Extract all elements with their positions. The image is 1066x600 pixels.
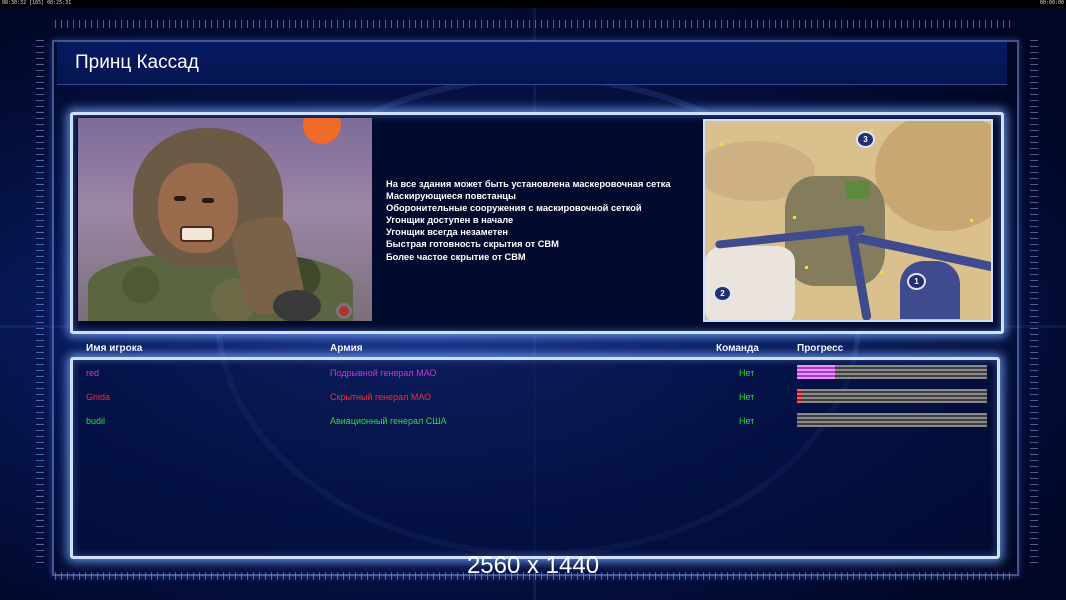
player-team: Нет <box>739 392 755 402</box>
left-ruler <box>36 40 44 565</box>
players-panel <box>70 357 1000 559</box>
map-vegetation <box>845 181 870 199</box>
player-army: Скрытный генерал МАО <box>330 392 432 402</box>
eye-right <box>202 198 214 203</box>
feature-item: Угонщик всегда незаметен <box>386 227 508 238</box>
top-ruler <box>55 20 1015 28</box>
map-preview: 3 2 1 <box>703 119 993 322</box>
status-strip: 08:30:32 [165] 00:25:31 00:00:00 <box>0 0 1066 8</box>
progress-fill <box>797 365 835 379</box>
map-terrain <box>875 121 991 231</box>
sun-image <box>303 118 341 144</box>
player-progress-bar <box>797 413 987 427</box>
general-title: Принц Кассад <box>75 52 199 73</box>
map-lake <box>900 261 960 319</box>
general-portrait <box>78 118 372 321</box>
weapon-detail <box>336 303 352 319</box>
feature-item: Более частое скрытие от СВМ <box>386 251 526 262</box>
map-supply-marker <box>805 266 808 269</box>
title-bar <box>57 42 1007 85</box>
player-name: budil <box>86 416 106 426</box>
clock-right: 00:00:00 <box>1039 0 1064 6</box>
player-progress-bar <box>797 365 987 379</box>
column-header-army: Армия <box>330 343 363 354</box>
feature-item: Быстрая готовность скрытия от СВМ <box>386 239 559 250</box>
map-spawn-marker: 1 <box>907 273 926 290</box>
general-features-list: На все здания может быть установлена мас… <box>386 178 671 263</box>
clock-left: 08:30:32 [165] 00:25:31 <box>2 0 72 6</box>
mouth-image <box>180 226 214 242</box>
feature-item: На все здания может быть установлена мас… <box>386 179 671 189</box>
feature-item: Маскирующиеся повстанцы <box>386 191 516 202</box>
feature-item: Оборонительные сооружения с маскировочно… <box>386 203 642 214</box>
player-team: Нет <box>739 416 755 426</box>
weapon-image <box>273 290 321 321</box>
column-header-progress: Прогресс <box>797 343 844 354</box>
map-spawn-marker: 3 <box>856 131 875 148</box>
column-header-team: Команда <box>716 343 759 354</box>
map-snow-area <box>705 246 795 320</box>
resolution-label: 2560 x 1440 <box>466 552 600 579</box>
player-army: Авиационный генерал США <box>330 416 447 426</box>
map-supply-marker <box>970 219 973 222</box>
map-supply-marker <box>880 271 883 274</box>
eye-left <box>174 196 186 201</box>
progress-fill <box>797 389 801 403</box>
map-spawn-marker: 2 <box>713 285 732 302</box>
right-ruler <box>1030 40 1038 565</box>
player-name: Gnida <box>86 392 111 402</box>
map-supply-marker <box>720 143 723 146</box>
column-header-player: Имя игрока <box>86 343 143 354</box>
player-name: red <box>86 368 100 378</box>
map-supply-marker <box>793 216 796 219</box>
player-team: Нет <box>739 368 755 378</box>
feature-item: Угонщик доступен в начале <box>386 215 514 226</box>
player-army: Подрывной генерал МАО <box>330 368 437 378</box>
player-progress-bar <box>797 389 987 403</box>
